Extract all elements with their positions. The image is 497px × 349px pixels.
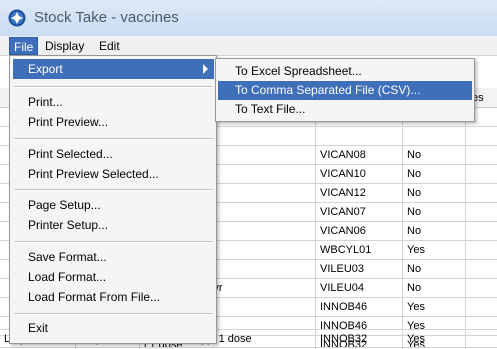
grid-cell: Yes xyxy=(403,241,466,260)
menu-bar: File Display Edit xyxy=(0,36,497,56)
grid-cell: No xyxy=(403,260,466,279)
menu-item-exit[interactable]: Exit xyxy=(13,318,214,338)
menu-item-print-selected[interactable]: Print Selected... xyxy=(13,144,214,164)
grid-cell: No xyxy=(403,222,466,241)
menu-separator xyxy=(14,138,213,140)
grid-cell: No xyxy=(403,184,466,203)
grid-cell: VICAN08 xyxy=(316,146,403,165)
menu-separator xyxy=(14,241,213,243)
menu-item-save-format[interactable]: Save Format... xyxy=(13,247,214,267)
menu-separator xyxy=(14,313,213,315)
menu-item-load-format-from-file[interactable]: Load Format From File... xyxy=(13,287,214,307)
submenu-arrow-icon xyxy=(203,64,208,74)
grid-cell: VILEU03 xyxy=(316,260,403,279)
menu-item-load-format[interactable]: Load Format... xyxy=(13,267,214,287)
grid-cell xyxy=(403,127,466,146)
grid-cell: VILEU04 xyxy=(316,279,403,298)
grid-cell: No xyxy=(403,165,466,184)
grid-cell: No xyxy=(403,203,466,222)
menu-display[interactable]: Display xyxy=(41,37,88,55)
menu-item-export[interactable]: Export xyxy=(13,59,214,79)
app-logo-icon xyxy=(8,9,26,27)
grid-cell: INNOB46 xyxy=(316,298,403,317)
grid-cell: Yes xyxy=(403,298,466,317)
export-submenu: To Excel Spreadsheet... To Comma Separat… xyxy=(215,58,475,122)
menu-item-print-preview-selected[interactable]: Print Preview Selected... xyxy=(13,164,214,184)
window-title: Stock Take - vaccines xyxy=(34,9,179,26)
submenu-item-csv[interactable]: To Comma Separated File (CSV)... xyxy=(218,81,472,100)
grid-cell: INNOB32 xyxy=(316,330,403,349)
menu-item-print[interactable]: Print... xyxy=(13,92,214,112)
grid-cell: No xyxy=(403,146,466,165)
submenu-item-excel[interactable]: To Excel Spreadsheet... xyxy=(218,62,472,81)
grid-cell: VICAN12 xyxy=(316,184,403,203)
grid-cell: VICAN07 xyxy=(316,203,403,222)
menu-separator xyxy=(14,189,213,191)
menu-item-printer-setup[interactable]: Printer Setup... xyxy=(13,215,214,235)
grid-cell: VICAN10 xyxy=(316,165,403,184)
menu-separator xyxy=(14,86,213,88)
file-menu-dropdown: Export Print... Print Preview... Print S… xyxy=(9,55,217,344)
grid-cell xyxy=(316,127,403,146)
grid-cell: No xyxy=(403,279,466,298)
submenu-item-text-file[interactable]: To Text File... xyxy=(218,100,472,119)
menu-item-print-preview[interactable]: Print Preview... xyxy=(13,112,214,132)
menu-item-page-setup[interactable]: Page Setup... xyxy=(13,195,214,215)
menu-file[interactable]: File xyxy=(9,37,39,55)
menu-item-label: Export xyxy=(28,62,63,76)
grid-cell: WBCYL01 xyxy=(316,241,403,260)
grid-cell: VICAN06 xyxy=(316,222,403,241)
grid-cell: Yes xyxy=(403,330,466,349)
menu-edit[interactable]: Edit xyxy=(95,37,124,55)
title-bar: Stock Take - vaccines xyxy=(0,0,497,36)
